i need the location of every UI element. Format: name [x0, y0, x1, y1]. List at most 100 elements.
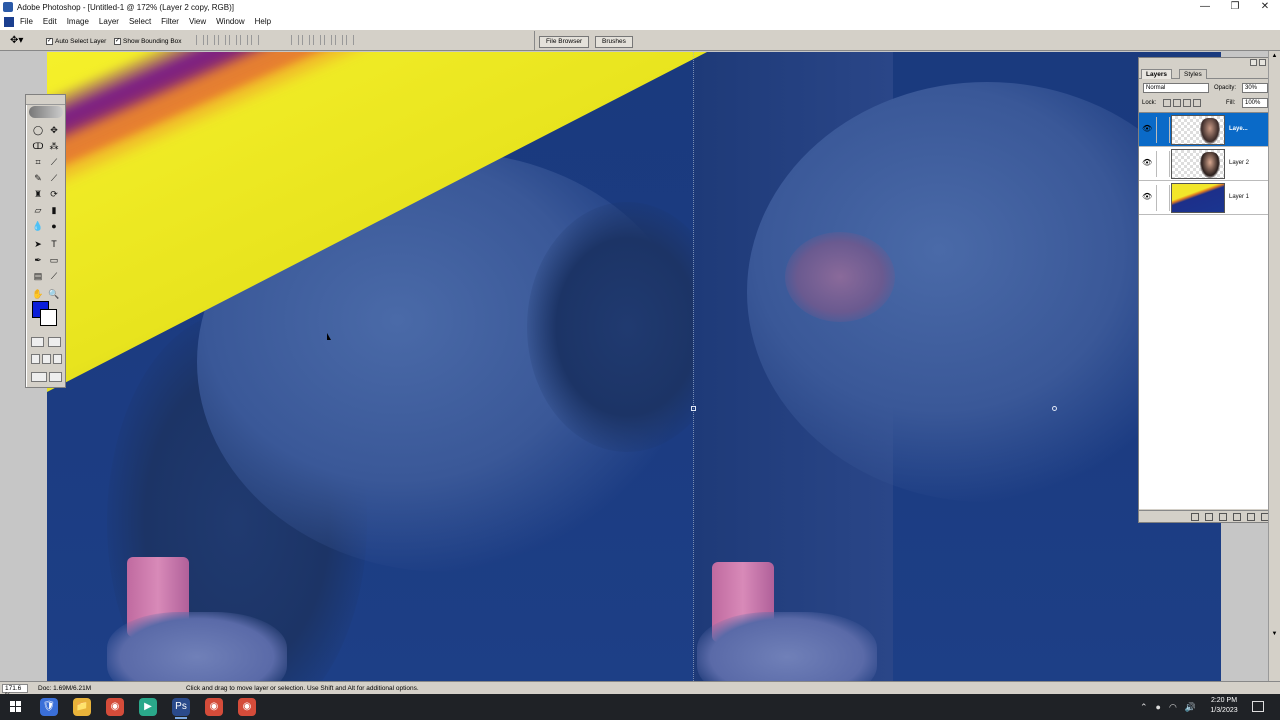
- align-right-icon[interactable]: [251, 35, 259, 45]
- screen-mode-full-icon[interactable]: [53, 354, 62, 364]
- lock-all-icon[interactable]: [1193, 99, 1201, 107]
- screen-mode-full-menu-icon[interactable]: [42, 354, 51, 364]
- palette-maximize-button[interactable]: [1259, 59, 1266, 66]
- menu-file[interactable]: File: [20, 17, 33, 26]
- link-slot-icon[interactable]: [1156, 151, 1170, 177]
- restore-button[interactable]: ❐: [1220, 0, 1250, 14]
- screen-mode-standard-icon[interactable]: [31, 354, 40, 364]
- healing-brush-icon[interactable]: ✎: [31, 172, 45, 185]
- distribute-left-icon[interactable]: [324, 35, 332, 45]
- layer-set-icon[interactable]: [1219, 512, 1227, 521]
- tab-layers[interactable]: Layers: [1141, 69, 1172, 79]
- clone-stamp-icon[interactable]: ♜: [31, 188, 45, 201]
- clock[interactable]: 2:20 PM 1/3/2023: [1202, 696, 1246, 716]
- magic-wand-icon[interactable]: ⁂: [47, 140, 61, 153]
- history-brush-icon[interactable]: ⟳: [47, 188, 61, 201]
- dodge-tool-icon[interactable]: ●: [47, 220, 61, 233]
- hand-tool-icon[interactable]: ✋: [31, 288, 45, 301]
- layer-row-layer-1[interactable]: 👁 Layer 1: [1139, 181, 1269, 215]
- chrome-icon-1[interactable]: ◉: [106, 698, 124, 716]
- zoom-field[interactable]: 171.6 %: [2, 684, 28, 699]
- scroll-down-arrow-icon[interactable]: ▼: [1270, 629, 1279, 639]
- adobe-online-icon[interactable]: [29, 106, 63, 118]
- jump-to-imageready-icon[interactable]: [31, 372, 47, 382]
- move-tool-icon[interactable]: ✥: [47, 124, 61, 137]
- imageready-icon[interactable]: [49, 372, 62, 382]
- transform-handle[interactable]: [691, 406, 696, 411]
- layer-row-layer-2[interactable]: 👁 Layer 2: [1139, 147, 1269, 181]
- visibility-eye-icon[interactable]: 👁: [1142, 125, 1152, 133]
- align-top-icon[interactable]: [196, 35, 204, 45]
- menu-edit[interactable]: Edit: [43, 17, 57, 26]
- link-slot-icon[interactable]: [1156, 185, 1170, 211]
- tab-file-browser[interactable]: File Browser: [539, 36, 590, 48]
- shield-app-icon[interactable]: 🛡: [40, 698, 58, 716]
- lock-image-icon[interactable]: [1173, 99, 1181, 107]
- network-icon[interactable]: ◠: [1169, 702, 1177, 713]
- align-vcenter-icon[interactable]: [207, 35, 215, 45]
- shape-tool-icon[interactable]: ▭: [47, 254, 61, 267]
- notes-tool-icon[interactable]: ▤: [31, 270, 45, 283]
- photoshop-taskbar-icon[interactable]: Ps: [172, 698, 190, 719]
- volume-icon[interactable]: 🔊: [1185, 702, 1196, 713]
- toolbox-header[interactable]: [26, 95, 65, 105]
- menu-layer[interactable]: Layer: [99, 17, 119, 26]
- distribute-right-icon[interactable]: [346, 35, 354, 45]
- layer-style-icon[interactable]: [1191, 512, 1199, 521]
- distribute-top-icon[interactable]: [291, 35, 299, 45]
- blend-mode-select[interactable]: Normal: [1143, 83, 1209, 93]
- brush-tool-icon[interactable]: ⟋: [47, 172, 61, 185]
- crop-tool-icon[interactable]: ⌗: [31, 156, 45, 169]
- path-select-icon[interactable]: ➤: [31, 238, 45, 251]
- palette-minimize-button[interactable]: [1250, 59, 1257, 66]
- auto-select-layer-checkbox[interactable]: ✓ Auto Select Layer: [46, 35, 106, 47]
- notification-icon[interactable]: [1252, 701, 1264, 712]
- document-canvas[interactable]: [47, 52, 1221, 681]
- type-tool-icon[interactable]: T: [47, 238, 61, 251]
- menu-image[interactable]: Image: [67, 17, 89, 26]
- transform-center-point[interactable]: [1052, 406, 1057, 411]
- lock-position-icon[interactable]: [1183, 99, 1191, 107]
- security-tray-icon[interactable]: ●: [1156, 702, 1161, 713]
- vertical-scrollbar[interactable]: ▲ ▼: [1268, 51, 1280, 681]
- marquee-tool-icon[interactable]: ◯: [31, 124, 45, 137]
- show-bounding-box-checkbox[interactable]: ✓ Show Bounding Box: [114, 35, 182, 47]
- opacity-field[interactable]: 30%: [1242, 83, 1268, 93]
- menu-filter[interactable]: Filter: [161, 17, 179, 26]
- layer-row-layer-2-copy[interactable]: 👁 Laye...: [1139, 113, 1269, 147]
- brush-link-icon[interactable]: [1156, 117, 1170, 143]
- file-explorer-icon[interactable]: 📁: [73, 698, 91, 716]
- close-button[interactable]: ✕: [1250, 0, 1280, 14]
- scroll-up-arrow-icon[interactable]: ▲: [1270, 51, 1279, 61]
- doc-size-info[interactable]: Doc: 1.69M/6.21M: [38, 684, 91, 693]
- new-layer-icon[interactable]: [1247, 512, 1255, 521]
- distribute-vcenter-icon[interactable]: [302, 35, 310, 45]
- zoom-tool-icon[interactable]: 🔍: [47, 288, 61, 301]
- chrome-icon-3[interactable]: ◉: [238, 698, 256, 716]
- menu-window[interactable]: Window: [216, 17, 244, 26]
- document-icon[interactable]: [4, 16, 14, 27]
- lock-transparency-icon[interactable]: [1163, 99, 1171, 107]
- visibility-eye-icon[interactable]: 👁: [1142, 159, 1152, 167]
- align-left-icon[interactable]: [229, 35, 237, 45]
- menu-select[interactable]: Select: [129, 17, 151, 26]
- chrome-icon-2[interactable]: ◉: [205, 698, 223, 716]
- blur-tool-icon[interactable]: 💧: [31, 220, 45, 233]
- minimize-button[interactable]: —: [1190, 0, 1220, 14]
- slice-tool-icon[interactable]: ⟋: [47, 156, 61, 169]
- lasso-tool-icon[interactable]: ↀ: [31, 140, 45, 153]
- eraser-tool-icon[interactable]: ▱: [31, 204, 45, 217]
- chevron-up-icon[interactable]: ⌃: [1140, 702, 1148, 713]
- align-bottom-icon[interactable]: [218, 35, 226, 45]
- align-hcenter-icon[interactable]: [240, 35, 248, 45]
- standard-mode-icon[interactable]: [31, 337, 44, 347]
- tab-brushes[interactable]: Brushes: [595, 36, 633, 48]
- adjustment-layer-icon[interactable]: [1233, 512, 1241, 521]
- visibility-eye-icon[interactable]: 👁: [1142, 193, 1152, 201]
- tool-preset-picker[interactable]: ✥▾: [10, 34, 36, 48]
- distribute-bottom-icon[interactable]: [313, 35, 321, 45]
- menu-view[interactable]: View: [189, 17, 206, 26]
- background-color-swatch[interactable]: [40, 309, 57, 326]
- start-button[interactable]: [10, 701, 22, 713]
- menu-help[interactable]: Help: [255, 17, 271, 26]
